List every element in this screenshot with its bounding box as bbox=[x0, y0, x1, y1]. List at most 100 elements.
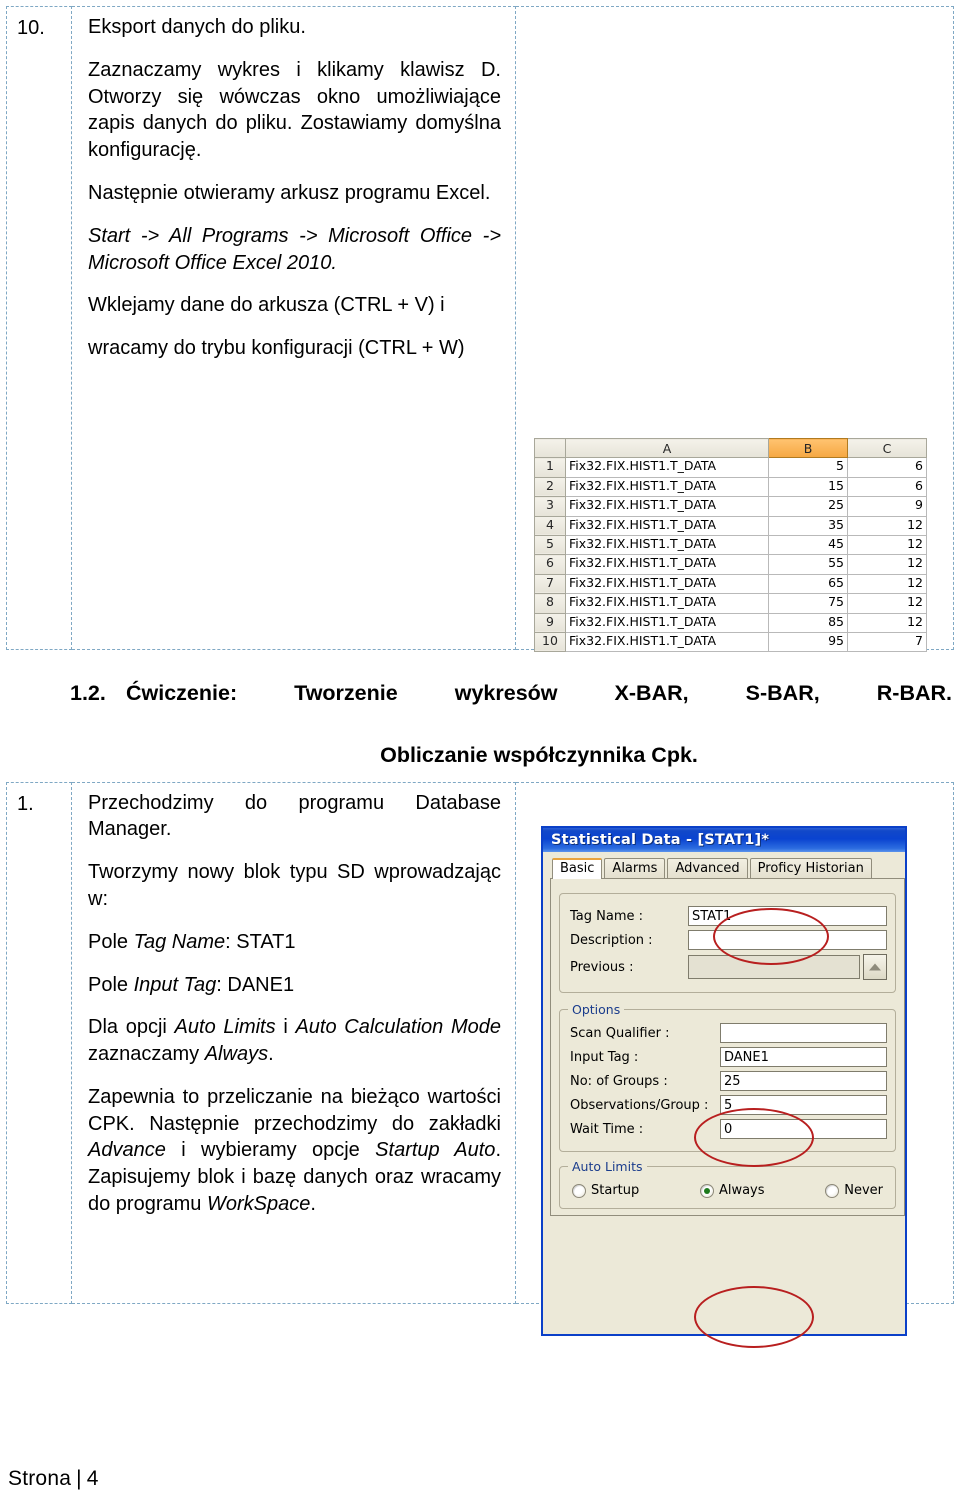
excel-row[interactable]: 6 Fix32.FIX.HIST1.T_DATA 55 12 bbox=[534, 554, 927, 575]
excel-cell-b[interactable]: 15 bbox=[768, 476, 848, 498]
excel-cell-b[interactable]: 55 bbox=[768, 554, 848, 575]
tag-name-prefix: Pole bbox=[88, 930, 134, 953]
excel-col-header-c[interactable]: C bbox=[847, 437, 927, 459]
excel-cell-c[interactable]: 12 bbox=[847, 534, 927, 556]
excel-row[interactable]: 7 Fix32.FIX.HIST1.T_DATA 65 12 bbox=[534, 573, 927, 595]
excel-row[interactable]: 9 Fix32.FIX.HIST1.T_DATA 85 12 bbox=[534, 612, 927, 633]
options-legend: Options bbox=[568, 1002, 625, 1017]
excel-col-header-a[interactable]: A bbox=[565, 437, 769, 459]
excel-cell-b[interactable]: 75 bbox=[768, 593, 848, 614]
option-label: No: of Groups : bbox=[570, 1073, 668, 1089]
identification-group: Tag Name : STAT1 Description : Previous … bbox=[559, 893, 896, 993]
excel-cell-c[interactable]: 12 bbox=[847, 593, 927, 614]
basic-tab-panel: Tag Name : STAT1 Description : Previous … bbox=[550, 878, 905, 1216]
tag-name-field-label: Tag Name bbox=[133, 930, 226, 953]
radio-dot-icon bbox=[699, 1183, 714, 1198]
option-input-4[interactable]: 0 bbox=[720, 1119, 887, 1139]
statistical-data-window[interactable]: Statistical Data - [STAT1]* Basic Alarms… bbox=[541, 826, 907, 1336]
description-row: Description : bbox=[570, 930, 887, 950]
excel-row[interactable]: 4 Fix32.FIX.HIST1.T_DATA 35 12 bbox=[534, 515, 927, 536]
excel-cell-c[interactable]: 7 bbox=[847, 631, 927, 653]
auto-limits-option-2: Auto Calculation Mode bbox=[295, 1016, 501, 1039]
stat-dialog-titlebar: Statistical Data - [STAT1]* bbox=[543, 828, 905, 852]
excel-cell-a[interactable]: Fix32.FIX.HIST1.T_DATA bbox=[565, 593, 769, 614]
radio-auto-limits-startup[interactable]: Startup bbox=[572, 1183, 639, 1198]
paragraph-db-manager: Przechodzimy do programu Database Manage… bbox=[88, 791, 501, 841]
excel-cell-c[interactable]: 12 bbox=[847, 573, 927, 595]
option-input-1[interactable]: DANE1 bbox=[720, 1047, 887, 1067]
excel-cell-b[interactable]: 35 bbox=[768, 515, 848, 536]
excel-cell-a[interactable]: Fix32.FIX.HIST1.T_DATA bbox=[565, 534, 769, 556]
option-input-3[interactable]: 5 bbox=[720, 1095, 887, 1115]
excel-cell-a[interactable]: Fix32.FIX.HIST1.T_DATA bbox=[565, 573, 769, 595]
excel-row[interactable]: 1 Fix32.FIX.HIST1.T_DATA 5 6 bbox=[534, 457, 927, 478]
excel-row-header[interactable]: 7 bbox=[534, 573, 566, 595]
excel-cell-c[interactable]: 6 bbox=[847, 476, 927, 498]
excel-row[interactable]: 8 Fix32.FIX.HIST1.T_DATA 75 12 bbox=[534, 593, 927, 614]
excel-spreadsheet[interactable]: A B C 1 Fix32.FIX.HIST1.T_DATA 5 6 2 Fix32.FI… bbox=[534, 437, 927, 653]
radio-auto-limits-always[interactable]: Always bbox=[699, 1183, 765, 1198]
excel-row-header[interactable]: 3 bbox=[534, 496, 566, 517]
step-number-cell: 10. bbox=[6, 6, 72, 650]
excel-cell-a[interactable]: Fix32.FIX.HIST1.T_DATA bbox=[565, 457, 769, 478]
excel-corner-cell[interactable] bbox=[534, 437, 566, 459]
excel-cell-c[interactable]: 9 bbox=[847, 496, 927, 517]
excel-cell-c[interactable]: 12 bbox=[847, 515, 927, 536]
excel-row[interactable]: 2 Fix32.FIX.HIST1.T_DATA 15 6 bbox=[534, 476, 927, 498]
excel-cell-c[interactable]: 6 bbox=[847, 457, 927, 478]
option-input-2[interactable]: 25 bbox=[720, 1071, 887, 1091]
excel-row-header[interactable]: 4 bbox=[534, 515, 566, 536]
section-heading: 1.2. Ćwiczenie: Tworzenie wykresów X-BAR… bbox=[8, 678, 952, 772]
description-label: Description : bbox=[570, 932, 653, 948]
excel-cell-a[interactable]: Fix32.FIX.HIST1.T_DATA bbox=[565, 631, 769, 653]
radio-dot-icon bbox=[825, 1183, 840, 1198]
excel-cell-a[interactable]: Fix32.FIX.HIST1.T_DATA bbox=[565, 554, 769, 575]
excel-row-header[interactable]: 8 bbox=[534, 593, 566, 614]
footer-page-number: 4 bbox=[86, 1467, 99, 1490]
tab-proficy-historian[interactable]: Proficy Historian bbox=[749, 858, 872, 879]
excel-row-header[interactable]: 2 bbox=[534, 476, 566, 498]
excel-cell-a[interactable]: Fix32.FIX.HIST1.T_DATA bbox=[565, 515, 769, 536]
excel-cell-a[interactable]: Fix32.FIX.HIST1.T_DATA bbox=[565, 496, 769, 517]
paragraph-menu-path: Start -> All Programs -> Microsoft Offic… bbox=[88, 224, 501, 274]
paragraph-title: Eksport danych do pliku. bbox=[88, 16, 306, 38]
tab-advanced[interactable]: Advanced bbox=[667, 858, 748, 879]
excel-cell-a[interactable]: Fix32.FIX.HIST1.T_DATA bbox=[565, 612, 769, 633]
radio-label: Startup bbox=[591, 1183, 640, 1198]
excel-cell-a[interactable]: Fix32.FIX.HIST1.T_DATA bbox=[565, 476, 769, 498]
excel-col-header-b[interactable]: B bbox=[768, 437, 848, 459]
excel-cell-b[interactable]: 85 bbox=[768, 612, 848, 633]
input-tag-prefix: Pole bbox=[88, 973, 134, 996]
description-input[interactable] bbox=[688, 930, 887, 950]
tab-basic[interactable]: Basic bbox=[552, 858, 603, 879]
excel-cell-b[interactable]: 65 bbox=[768, 573, 848, 595]
table-row: 10. Eksport danych do pliku. Zaznaczamy … bbox=[6, 6, 954, 653]
excel-row[interactable]: 10 Fix32.FIX.HIST1.T_DATA 95 7 bbox=[534, 631, 927, 653]
excel-cell-b[interactable]: 95 bbox=[768, 631, 848, 653]
option-input-0[interactable] bbox=[720, 1023, 887, 1043]
input-tag-value-text: : DANE1 bbox=[216, 973, 295, 996]
section-title-line-1: Ćwiczenie: Tworzenie wykresów X-BAR, S-B… bbox=[126, 681, 952, 705]
previous-row: Previous : bbox=[570, 954, 887, 980]
excel-cell-b[interactable]: 25 bbox=[768, 496, 848, 517]
excel-cell-b[interactable]: 5 bbox=[768, 457, 848, 478]
option-row: Input Tag : DANE1 bbox=[570, 1047, 887, 1067]
excel-row[interactable]: 5 Fix32.FIX.HIST1.T_DATA 45 12 bbox=[534, 534, 927, 556]
excel-row-header[interactable]: 1 bbox=[534, 457, 566, 478]
tab-alarms[interactable]: Alarms bbox=[604, 858, 666, 879]
step-text-cell: Eksport danych do pliku. Zaznaczamy wykr… bbox=[71, 6, 516, 650]
previous-input[interactable] bbox=[688, 955, 860, 979]
excel-cell-c[interactable]: 12 bbox=[847, 612, 927, 633]
excel-row-header[interactable]: 6 bbox=[534, 554, 566, 575]
step-number: 10. bbox=[17, 17, 45, 39]
excel-row-header[interactable]: 10 bbox=[534, 631, 566, 653]
tag-name-input[interactable]: STAT1 bbox=[688, 906, 887, 926]
radio-auto-limits-never[interactable]: Never bbox=[825, 1183, 883, 1198]
excel-row-header[interactable]: 9 bbox=[534, 612, 566, 633]
paragraph-tag-name: Pole Tag Name: STAT1 bbox=[88, 929, 501, 956]
excel-row[interactable]: 3 Fix32.FIX.HIST1.T_DATA 25 9 bbox=[534, 496, 927, 517]
excel-row-header[interactable]: 5 bbox=[534, 534, 566, 556]
excel-cell-b[interactable]: 45 bbox=[768, 534, 848, 556]
excel-cell-c[interactable]: 12 bbox=[847, 554, 927, 575]
triangle-up-icon[interactable] bbox=[863, 954, 887, 980]
